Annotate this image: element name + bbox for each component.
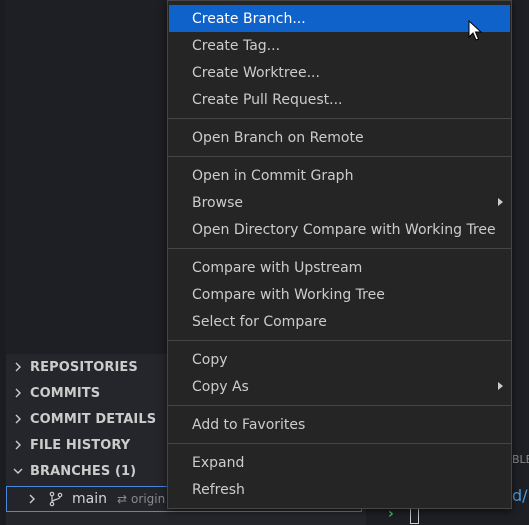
menu-item-browse[interactable]: Browse	[168, 189, 511, 216]
menu-item-create-pull-request[interactable]: Create Pull Request...	[168, 86, 511, 113]
menu-item-select-for-compare[interactable]: Select for Compare	[168, 308, 511, 335]
menu-item-compare-with-working-tree[interactable]: Compare with Working Tree	[168, 281, 511, 308]
terminal-path: d/	[512, 486, 528, 505]
menu-item-add-to-favorites[interactable]: Add to Favorites	[168, 411, 511, 438]
menu-item-open-branch-on-remote[interactable]: Open Branch on Remote	[168, 124, 511, 151]
terminal-cursor	[410, 508, 419, 524]
chevron-right-icon	[9, 440, 27, 450]
section-label: REPOSITORIES	[30, 359, 138, 375]
menu-separator	[168, 405, 511, 406]
menu-item-create-branch[interactable]: Create Branch...	[169, 5, 510, 32]
sync-icon: ⇄	[116, 492, 128, 506]
menu-item-compare-with-upstream[interactable]: Compare with Upstream	[168, 254, 511, 281]
menu-item-open-in-commit-graph[interactable]: Open in Commit Graph	[168, 162, 511, 189]
menu-item-create-worktree[interactable]: Create Worktree...	[168, 59, 511, 86]
chevron-right-icon	[23, 494, 41, 504]
chevron-right-icon	[9, 414, 27, 424]
menu-separator	[168, 118, 511, 119]
section-label: COMMITS	[30, 385, 101, 401]
branch-name: main	[72, 491, 107, 507]
menu-item-open-directory-compare[interactable]: Open Directory Compare with Working Tree	[168, 216, 511, 243]
panel-label: BLE	[512, 453, 529, 466]
menu-item-create-tag[interactable]: Create Tag...	[168, 32, 511, 59]
section-label: COMMIT DETAILS	[30, 411, 157, 427]
menu-separator	[168, 340, 511, 341]
menu-item-label: Browse	[192, 194, 243, 211]
menu-separator	[168, 248, 511, 249]
submenu-arrow-icon	[498, 198, 503, 206]
menu-item-expand[interactable]: Expand	[168, 449, 511, 476]
chevron-right-icon	[9, 388, 27, 398]
chevron-down-icon	[9, 466, 27, 476]
branch-remote: origin	[131, 492, 166, 506]
mouse-pointer-icon	[468, 20, 482, 41]
section-label: BRANCHES (1)	[30, 463, 137, 479]
git-branch-icon	[48, 491, 64, 507]
menu-separator	[168, 156, 511, 157]
menu-item-copy-as[interactable]: Copy As	[168, 373, 511, 400]
submenu-arrow-icon	[498, 382, 503, 390]
menu-item-refresh[interactable]: Refresh	[168, 476, 511, 503]
menu-separator	[168, 443, 511, 444]
menu-item-label: Copy As	[192, 378, 249, 395]
menu-item-copy[interactable]: Copy	[168, 346, 511, 373]
context-menu: Create Branch... Create Tag... Create Wo…	[167, 0, 512, 509]
section-label: FILE HISTORY	[30, 437, 131, 453]
chevron-right-icon	[9, 362, 27, 372]
